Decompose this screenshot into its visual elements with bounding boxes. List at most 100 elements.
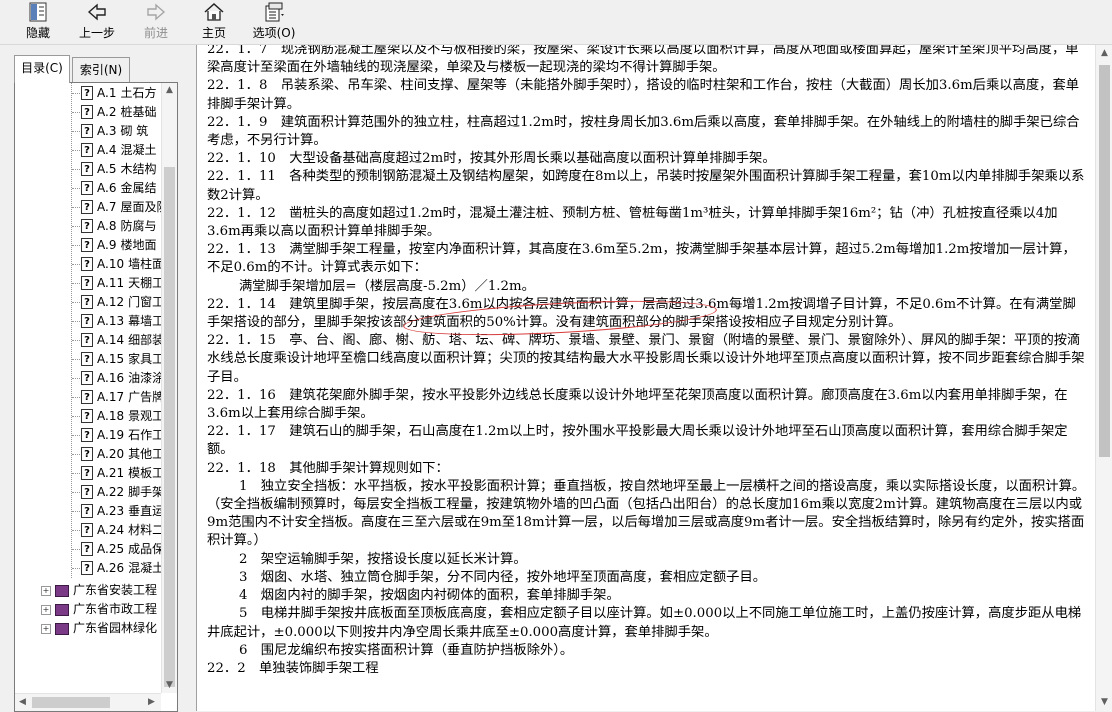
tree-item-title: 土石方 [120,86,157,100]
tree-item-label: A.14 细部装 [97,331,161,350]
tree-item-label: A.3 砌 筑 [97,122,148,141]
topic-content: 22．1．7 现浇钢筋混凝土屋架以及不与板相接的梁，按屋架、梁设计长乘以高度以面… [196,45,1112,711]
tree-item[interactable]: ? A.1 土石方 [15,84,161,103]
tree-book-item[interactable]: + 广东省市政工程 [15,600,161,619]
tree-vertical-scrollbar[interactable]: ▲ ▼ [161,83,177,693]
tab-index[interactable]: 索引(N) [72,57,130,82]
tree-item[interactable]: ? A.12 门窗工 [15,293,161,312]
content-scroll-down-arrow-icon[interactable]: ▼ [1101,697,1108,707]
tree-item-label: A.19 石作工 [97,426,161,445]
tree-horizontal-scrollbar[interactable]: ◀ ▶ [15,693,161,711]
forward-arrow-icon [147,3,166,21]
tree-item[interactable]: ? A.18 景观工 [15,407,161,426]
tree-item-label: A.2 桩基础 [97,103,156,122]
tree-item[interactable]: ? A.10 墙柱面 [15,255,161,274]
tree-item[interactable]: ? A.22 脚手架 [15,483,161,502]
tree-item[interactable]: ? A.13 幕墙工 [15,312,161,331]
expand-plus-icon[interactable]: + [41,605,51,615]
tree-item-title: 天棚工 [128,276,161,290]
help-page-icon: ? [81,466,93,480]
tree-item[interactable]: ? A.4 混凝土 [15,141,161,160]
tree-item-label: A.26 混凝土 [97,559,161,578]
tree-item[interactable]: ? A.19 石作工 [15,426,161,445]
forward-button[interactable]: 前进 [138,2,174,42]
scroll-down-arrow-icon[interactable]: ▼ [166,680,173,690]
scroll-right-arrow-icon[interactable]: ▶ [148,697,155,707]
home-button[interactable]: 主页 [196,2,232,42]
tree-branch-line [72,340,80,341]
tree-item[interactable]: ? A.23 垂直运 [15,502,161,521]
tree-item-code: A.9 [97,238,117,252]
tree-item[interactable]: ? A.20 其他工 [15,445,161,464]
help-page-icon: ? [81,409,93,423]
help-page-icon: ? [81,276,93,290]
content-vertical-scrollbar[interactable]: ▲ ▼ [1095,45,1112,711]
topic-paragraph: 22．1．10 大型设备基础高度超过2m时，按其外形周长乘以基础高度以面积计算单… [207,151,776,167]
tree-item-label: A.9 楼地面 [97,236,156,255]
tree-book-label: 广东省市政工程 [73,602,158,616]
tree-item[interactable]: ? A.3 砌 筑 [15,122,161,141]
hide-button[interactable]: 隐藏 [20,2,56,42]
topic-paragraph: 22．1．15 亭、台、阁、廊、榭、舫、塔、坛、碑、牌坊、景墙、景壁、景门、景窗… [207,333,1085,385]
tree-branch-line [72,378,80,379]
help-page-icon: ? [81,257,93,271]
tree-item[interactable]: ? A.11 天棚工 [15,274,161,293]
tree-item-code: A.18 [97,409,125,423]
tree-item-code: A.14 [97,333,125,347]
content-scroll-thumb[interactable] [1099,65,1110,457]
tree-item-title: 石作工 [128,428,161,442]
scroll-left-arrow-icon[interactable]: ◀ [19,697,26,707]
tree-item-code: A.19 [97,428,125,442]
tree-item[interactable]: ? A.6 金属结 [15,179,161,198]
tree-item[interactable]: ? A.8 防腐与 [15,217,161,236]
topic-paragraph: 22．1．18 其他脚手架计算规则如下： [207,460,449,476]
tree-item-title: 混凝土 [120,143,157,157]
tree-item[interactable]: ? A.26 混凝土 [15,559,161,578]
tree-book-item[interactable]: + 广东省安装工程 [15,581,161,600]
tree-item[interactable]: ? A.15 家具工 [15,350,161,369]
tree-item[interactable]: ? A.16 油漆涂 [15,369,161,388]
expand-plus-icon[interactable]: + [41,586,51,596]
expand-plus-icon[interactable]: + [41,624,51,634]
tree-item-code: A.22 [97,485,125,499]
tree-item-label: A.17 广告牌 [97,388,161,407]
tree-item[interactable]: ? A.2 桩基础 [15,103,161,122]
topic-paragraph: 22．1．8 吊装系梁、吊车梁、柱间支撑、屋架等（未能搭外脚手架时），搭设的临时… [207,78,1080,112]
tree-item-code: A.21 [97,466,125,480]
scroll-up-arrow-icon[interactable]: ▲ [166,85,173,95]
tree-item[interactable]: ? A.21 模板工 [15,464,161,483]
tree-item-label: A.23 垂直运 [97,502,161,521]
help-page-icon: ? [81,485,93,499]
tree-book-item[interactable]: + 广东省园林绿化 [15,619,161,638]
tree-item-label: A.7屋面及防 [97,198,161,217]
tree-item-code: A.23 [97,504,125,518]
tree-item[interactable]: ? A.7屋面及防 [15,198,161,217]
tree-item[interactable]: ? A.9 楼地面 [15,236,161,255]
tree-item[interactable]: ? A.5 木结构 [15,160,161,179]
topic-paragraph: 22．1．17 建筑石山的脚手架，石山高度在1.2m以上时，按外围水平投影最大周… [207,424,1068,458]
tree-hscroll-thumb[interactable] [32,697,110,708]
topic-paragraph: 6 围尼龙编织布按实搭面积计算（垂直防护挡板除外）。 [239,642,574,658]
help-page-icon: ? [81,542,93,556]
tree-item-code: A.8 [97,219,117,233]
tree-branch-line [72,264,80,265]
contents-tree: ? A.1 土石方? A.2 桩基础? A.3 砌 筑? A.4 混凝土? A.5 木结构? A.6 金… [14,82,178,712]
options-icon [265,2,284,22]
tree-item-title: 细部装 [128,333,161,347]
options-button[interactable]: 选项(O) [250,2,298,42]
tree-scroll-thumb[interactable] [164,167,175,687]
tree-item-label: A.16 油漆涂 [97,369,161,388]
help-page-icon: ? [81,200,93,214]
tree-branch-line [72,397,80,398]
tree-item[interactable]: ? A.25 成品保 [15,540,161,559]
topic-paragraph: 3 烟囱、水塔、独立筒仓脚手架，分不同内径，按外地坪至顶面高度，套相应定额子目。 [239,569,767,585]
tree-item[interactable]: ? A.17 广告牌 [15,388,161,407]
help-page-icon: ? [81,314,93,328]
tree-item[interactable]: ? A.24 材料二 [15,521,161,540]
back-button[interactable]: 上一步 [76,2,118,42]
forward-label: 前进 [143,26,168,40]
tree-item[interactable]: ? A.14 细部装 [15,331,161,350]
content-scroll-up-arrow-icon[interactable]: ▲ [1101,48,1108,58]
tab-contents[interactable]: 目录(C) [14,55,70,83]
tree-item-title: 广告牌 [128,390,161,404]
